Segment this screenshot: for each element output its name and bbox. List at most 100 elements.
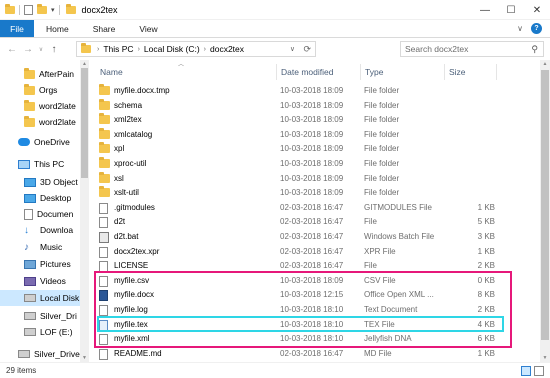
- sidebar-item[interactable]: OneDrive: [0, 134, 80, 150]
- file-icon: [99, 246, 108, 258]
- file-type: File: [364, 217, 377, 227]
- sidebar-item[interactable]: This PC: [0, 156, 80, 172]
- sidebar-item[interactable]: Pictures: [0, 256, 80, 272]
- breadcrumb-separator-icon[interactable]: ›: [204, 46, 206, 53]
- sidebar-item[interactable]: Local Disk: [0, 290, 80, 306]
- column-divider[interactable]: [276, 64, 277, 80]
- search-icon: ⚲: [531, 44, 538, 54]
- scrollbar-thumb[interactable]: [541, 70, 549, 340]
- tab-file[interactable]: File: [0, 20, 34, 37]
- navigation-scrollbar[interactable]: ▲ ▼: [80, 60, 89, 362]
- new-folder-icon[interactable]: [37, 3, 47, 14]
- file-list-scrollbar[interactable]: ▲ ▼: [540, 60, 550, 362]
- sidebar-item[interactable]: word2late: [0, 114, 80, 130]
- column-divider[interactable]: [444, 64, 445, 80]
- table-row[interactable]: xml2tex 10-03-2018 18:09 File folder: [96, 113, 516, 127]
- file-size: [450, 142, 495, 156]
- table-row[interactable]: .gitmodules 02-03-2018 16:47 GITMODULES Fi…: [96, 201, 516, 215]
- details-view-icon[interactable]: [521, 366, 531, 376]
- scroll-up-icon[interactable]: ▲: [80, 61, 89, 67]
- sidebar-item-label: Music: [40, 242, 63, 252]
- pictures-icon: [24, 259, 36, 269]
- file-size: [450, 157, 495, 171]
- address-dropdown-icon[interactable]: ∨: [290, 45, 295, 53]
- refresh-icon[interactable]: ⟳: [303, 44, 311, 55]
- sidebar-item[interactable]: ♪ Music: [0, 239, 80, 255]
- navigation-pane[interactable]: AfterPain Orgs word2late word2late OneDrive T…: [0, 60, 80, 362]
- breadcrumb-this-pc[interactable]: This PC: [103, 44, 133, 54]
- customize-toolbar-icon[interactable]: ▾: [51, 6, 55, 14]
- column-header-type[interactable]: Type: [365, 64, 445, 80]
- breadcrumb-docx2tex[interactable]: docx2tex: [210, 44, 244, 54]
- scroll-down-icon[interactable]: ▼: [80, 355, 89, 361]
- sidebar-item[interactable]: ↓ Downloa: [0, 222, 80, 238]
- column-header-name[interactable]: Name: [100, 64, 278, 80]
- folder-icon[interactable]: [5, 3, 15, 14]
- breadcrumb-separator-icon[interactable]: ›: [97, 46, 99, 53]
- column-header-date-modified[interactable]: Date modified: [281, 64, 361, 80]
- breadcrumb-local-disk[interactable]: Local Disk (C:): [144, 44, 200, 54]
- sidebar-item[interactable]: Silver_Dri: [0, 308, 80, 324]
- table-row[interactable]: README.md 02-03-2018 16:47 MD File 1 KB: [96, 347, 516, 361]
- expand-ribbon-icon[interactable]: ∨: [517, 24, 523, 33]
- title-bar: ▾ docx2tex — ☐ ✕: [0, 0, 550, 20]
- minimize-button[interactable]: —: [472, 0, 498, 20]
- maximize-button[interactable]: ☐: [498, 0, 524, 20]
- tab-share[interactable]: Share: [81, 20, 128, 37]
- sidebar-item[interactable]: 3D Object: [0, 174, 80, 190]
- table-row[interactable]: schema 10-03-2018 18:09 File folder: [96, 98, 516, 113]
- folder-icon: [99, 127, 110, 139]
- tab-home[interactable]: Home: [34, 20, 81, 37]
- window-folder-icon: [65, 3, 76, 14]
- large-icons-view-icon[interactable]: [534, 366, 544, 376]
- file-size: [450, 99, 495, 113]
- file-date-modified: 02-03-2018 16:47: [280, 202, 344, 212]
- table-row[interactable]: xpl 10-03-2018 18:09 File folder: [96, 142, 516, 156]
- ribbon-right-controls: ∨ ?: [517, 20, 550, 37]
- properties-icon[interactable]: [24, 4, 33, 15]
- column-header-size[interactable]: Size: [449, 64, 509, 80]
- help-icon[interactable]: ?: [531, 23, 542, 34]
- file-date-modified: 02-03-2018 16:47: [280, 232, 344, 241]
- sidebar-item[interactable]: Desktop: [0, 190, 80, 206]
- sidebar-item[interactable]: Orgs: [0, 82, 80, 98]
- breadcrumb-separator-icon[interactable]: ›: [138, 46, 140, 53]
- table-row[interactable]: xmlcatalog 10-03-2018 18:09 File folder: [96, 127, 516, 142]
- column-divider[interactable]: [360, 64, 361, 80]
- sidebar-item[interactable]: Silver_Drive: [0, 346, 80, 362]
- sidebar-item[interactable]: LOF (E:): [0, 324, 80, 340]
- back-arrow-icon[interactable]: ←: [4, 44, 20, 55]
- table-row[interactable]: xsl 10-03-2018 18:09 File folder: [96, 171, 516, 186]
- sidebar-item-label: 3D Object: [40, 177, 78, 187]
- recent-locations-icon[interactable]: ∨: [36, 46, 46, 53]
- window-title: docx2tex: [81, 4, 118, 15]
- close-button[interactable]: ✕: [524, 0, 550, 20]
- address-field[interactable]: › This PC › Local Disk (C:) › docx2tex ∨…: [76, 41, 316, 57]
- folder-icon: [99, 171, 110, 183]
- scroll-down-icon[interactable]: ▼: [540, 355, 550, 361]
- table-row[interactable]: docx2tex.xpr 02-03-2018 16:47 XPR File 1 KB: [96, 245, 516, 259]
- folder-icon: [24, 115, 35, 127]
- documents-icon: [24, 208, 33, 220]
- up-arrow-icon[interactable]: ↑: [46, 44, 62, 55]
- sidebar-item[interactable]: Documen: [0, 206, 80, 222]
- table-row[interactable]: xslt-util 10-03-2018 18:09 File folder: [96, 186, 516, 200]
- sidebar-item[interactable]: AfterPain: [0, 66, 80, 82]
- file-size: 1 KB: [477, 348, 495, 358]
- file-icon: [99, 217, 108, 229]
- file-date-modified: 10-03-2018 18:09: [280, 100, 344, 110]
- sidebar-item[interactable]: word2late: [0, 98, 80, 114]
- table-row[interactable]: d2t 02-03-2018 16:47 File 5 KB: [96, 215, 516, 229]
- forward-arrow-icon[interactable]: →: [20, 44, 36, 55]
- scroll-up-icon[interactable]: ▲: [540, 61, 550, 67]
- sidebar-item[interactable]: Videos: [0, 273, 80, 289]
- scrollbar-thumb[interactable]: [81, 68, 88, 178]
- search-input[interactable]: Search docx2tex ⚲: [400, 41, 544, 57]
- table-row[interactable]: xproc-util 10-03-2018 18:09 File folder: [96, 157, 516, 171]
- folder-icon: [24, 67, 35, 79]
- table-row[interactable]: d2t.bat 02-03-2018 16:47 Windows Batch Fil…: [96, 230, 516, 244]
- column-divider[interactable]: [496, 64, 497, 80]
- table-row[interactable]: myfile.docx.tmp 10-03-2018 18:09 File fold…: [96, 84, 516, 98]
- file-name: d2t: [114, 217, 126, 227]
- tab-view[interactable]: View: [127, 20, 169, 37]
